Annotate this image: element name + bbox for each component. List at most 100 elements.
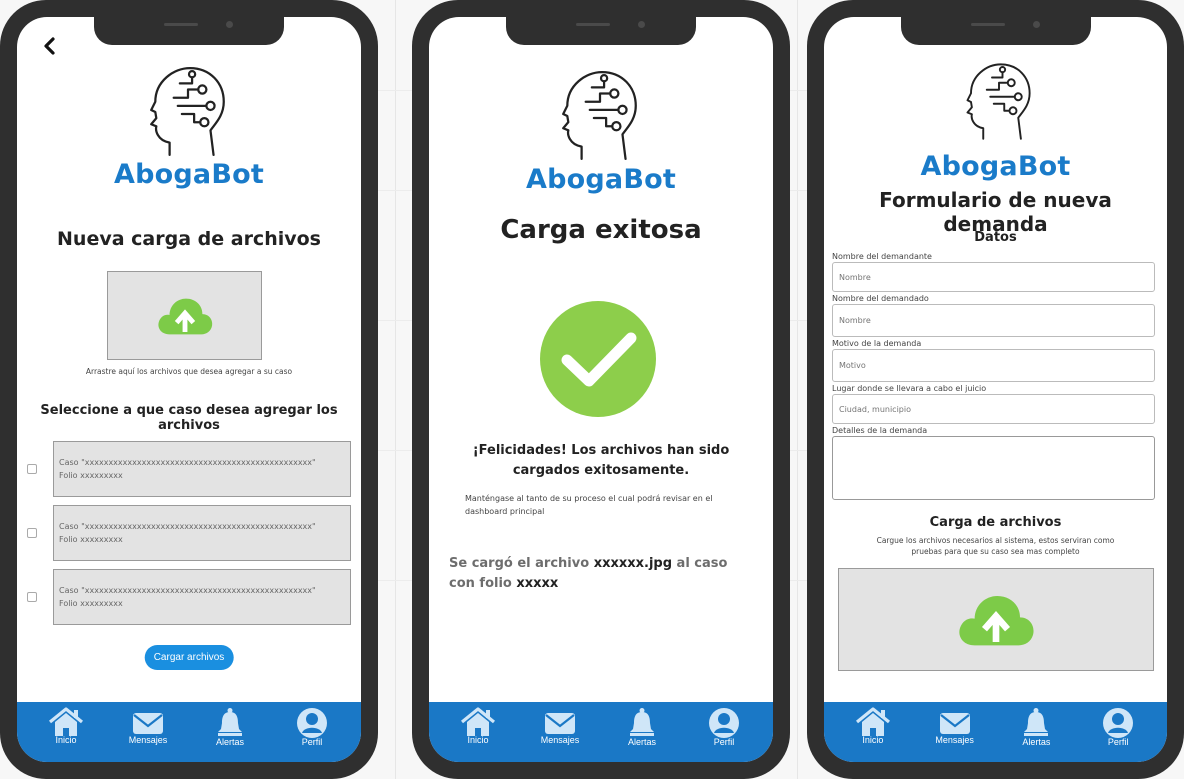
user-icon <box>709 708 739 738</box>
drop-hint: Arrastre aquí los archivos que desea agr… <box>85 367 293 376</box>
file-name: xxxxxx.jpg <box>593 556 673 571</box>
nav-item-perfil[interactable]: Perfil <box>1089 707 1147 747</box>
case-folio: Folio xxxxxxxxx <box>59 599 123 608</box>
nav-item-mensajes[interactable]: Mensajes <box>926 707 984 745</box>
nav-item-inicio[interactable]: Inicio <box>37 707 95 745</box>
nav-item-alertas[interactable]: Alertas <box>613 707 671 747</box>
success-subtext: Manténgase al tanto de su proceso el cua… <box>465 494 713 516</box>
trial-location-input[interactable] <box>832 394 1155 424</box>
nav-label: Perfil <box>713 737 735 747</box>
nav-item-perfil[interactable]: Perfil <box>283 707 341 747</box>
cloud-upload-icon <box>959 595 1034 645</box>
logo-head-icon <box>966 63 1031 140</box>
cloud-upload-icon <box>157 298 212 334</box>
lawsuit-reason-input[interactable] <box>832 349 1155 382</box>
bottom-nav: Inicio Mensajes Alertas Perfil <box>824 702 1167 762</box>
nav-item-mensajes[interactable]: Mensajes <box>119 707 177 745</box>
home-icon <box>48 707 84 736</box>
canvas-gridline <box>797 0 798 779</box>
back-arrow-icon[interactable] <box>39 35 61 57</box>
logo-head-icon <box>562 70 637 161</box>
phone-upload-files: AbogaBot Nueva carga de archivos Arrastr… <box>0 0 378 779</box>
page-title: Nueva carga de archivos <box>57 228 321 250</box>
nav-item-perfil[interactable]: Perfil <box>695 707 753 747</box>
bell-icon <box>1024 708 1049 736</box>
case-checkbox[interactable] <box>27 528 37 538</box>
result-folio: xxxxx <box>516 576 559 591</box>
envelope-icon <box>939 713 970 734</box>
logo-head-icon <box>150 66 225 157</box>
case-option: Caso "xxxxxxxxxxxxxxxxxxxxxxxxxxxxxxxxxx… <box>27 569 351 625</box>
phone-notch <box>506 17 696 45</box>
bottom-nav: Inicio Mensajes Alertas Perfil <box>429 702 773 762</box>
case-name: Caso "xxxxxxxxxxxxxxxxxxxxxxxxxxxxxxxxxx… <box>59 458 316 467</box>
upload-result: Se cargó el archivo xxxxxx.jpg al caso c… <box>449 554 743 594</box>
field-label: Nombre del demandado <box>832 294 929 303</box>
nav-label: Alertas <box>1022 737 1051 747</box>
nav-label: Mensajes <box>540 735 580 745</box>
nav-label: Inicio <box>467 735 489 745</box>
nav-label: Mensajes <box>128 735 168 745</box>
file-drop-zone[interactable] <box>838 568 1154 671</box>
bell-icon <box>630 708 654 736</box>
success-check-icon <box>540 301 656 417</box>
bell-icon <box>218 708 242 736</box>
case-name: Caso "xxxxxxxxxxxxxxxxxxxxxxxxxxxxxxxxxx… <box>59 586 316 595</box>
field-label: Detalles de la demanda <box>832 426 928 435</box>
user-icon <box>297 708 327 738</box>
upload-files-button[interactable]: Cargar archivos <box>144 645 234 670</box>
case-card[interactable]: Caso "xxxxxxxxxxxxxxxxxxxxxxxxxxxxxxxxxx… <box>53 569 351 625</box>
envelope-icon <box>133 713 163 734</box>
user-icon <box>1103 708 1134 738</box>
section-title-datos: Datos <box>974 230 1017 245</box>
lawsuit-form: Nombre del demandante Nombre del demanda… <box>832 252 1155 500</box>
field-label: Nombre del demandante <box>832 252 932 261</box>
upload-section-title: Carga de archivos <box>929 515 1062 530</box>
case-option: Caso "xxxxxxxxxxxxxxxxxxxxxxxxxxxxxxxxxx… <box>27 441 351 497</box>
nav-item-inicio[interactable]: Inicio <box>449 707 507 745</box>
brand-name: AbogaBot <box>920 151 1071 182</box>
home-icon <box>460 707 496 736</box>
envelope-icon <box>545 713 575 734</box>
file-drop-zone[interactable] <box>107 271 262 360</box>
phone-new-lawsuit-form: AbogaBot Formulario de nueva demanda Dat… <box>807 0 1184 779</box>
phone-upload-success: AbogaBot Carga exitosa ¡Felicidades! Los… <box>412 0 790 779</box>
case-folio: Folio xxxxxxxxx <box>59 471 123 480</box>
case-card[interactable]: Caso "xxxxxxxxxxxxxxxxxxxxxxxxxxxxxxxxxx… <box>53 505 351 561</box>
nav-item-alertas[interactable]: Alertas <box>201 707 259 747</box>
case-card[interactable]: Caso "xxxxxxxxxxxxxxxxxxxxxxxxxxxxxxxxxx… <box>53 441 351 497</box>
nav-label: Alertas <box>215 737 244 747</box>
nav-label: Inicio <box>55 735 77 745</box>
lawsuit-details-textarea[interactable] <box>832 436 1155 500</box>
nav-item-inicio[interactable]: Inicio <box>844 707 902 745</box>
nav-label: Inicio <box>862 735 884 745</box>
home-icon <box>855 707 890 736</box>
field-label: Motivo de la demanda <box>832 339 922 348</box>
nav-label: Mensajes <box>935 735 974 745</box>
result-prefix: Se cargó el archivo <box>449 556 594 571</box>
select-case-title: Seleccione a que caso desea agregar los … <box>40 403 338 433</box>
case-name: Caso "xxxxxxxxxxxxxxxxxxxxxxxxxxxxxxxxxx… <box>59 522 316 531</box>
nav-label: Perfil <box>301 737 323 747</box>
bottom-nav: Inicio Mensajes Alertas Perfil <box>17 702 361 762</box>
canvas-gridline <box>395 0 396 779</box>
case-option: Caso "xxxxxxxxxxxxxxxxxxxxxxxxxxxxxxxxxx… <box>27 505 351 561</box>
upload-description: Cargue los archivos necesarios al sistem… <box>876 536 1115 556</box>
screen-new-lawsuit-form: AbogaBot Formulario de nueva demanda Dat… <box>824 17 1167 762</box>
success-message: ¡Felicidades! Los archivos han sido carg… <box>472 443 730 478</box>
brand-name: AbogaBot <box>526 164 676 195</box>
plaintiff-name-input[interactable] <box>832 262 1155 292</box>
screen-upload-success: AbogaBot Carga exitosa ¡Felicidades! Los… <box>429 17 773 762</box>
case-checkbox[interactable] <box>27 592 37 602</box>
page-title: Carga exitosa <box>500 215 702 245</box>
field-label: Lugar donde se llevara a cabo el juicio <box>832 384 987 393</box>
nav-item-mensajes[interactable]: Mensajes <box>531 707 589 745</box>
page-title: Formulario de nueva demanda <box>879 188 1112 236</box>
defendant-name-input[interactable] <box>832 304 1155 337</box>
phone-notch <box>94 17 284 45</box>
case-folio: Folio xxxxxxxxx <box>59 535 123 544</box>
case-checkbox[interactable] <box>27 464 37 474</box>
screen-upload-files: AbogaBot Nueva carga de archivos Arrastr… <box>17 17 361 762</box>
phone-notch <box>900 17 1091 45</box>
nav-item-alertas[interactable]: Alertas <box>1007 707 1065 747</box>
